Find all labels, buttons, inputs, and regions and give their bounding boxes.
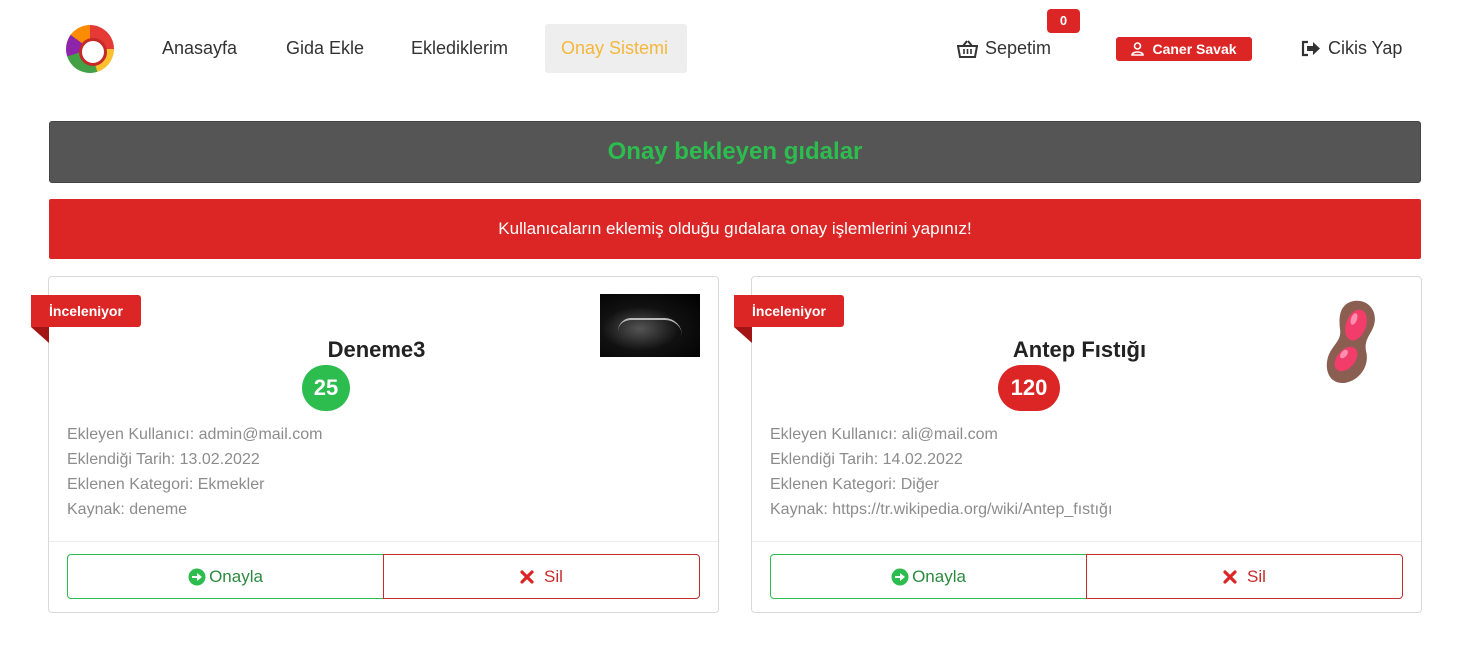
arrow-circle-right-icon (891, 568, 909, 585)
source: Kaynak: deneme (67, 501, 188, 518)
delete-label: Sil (544, 566, 563, 586)
basket-icon (957, 39, 978, 58)
status-ribbon: İnceleniyor (734, 295, 844, 343)
info-alert: Kullanıcaların eklemiş olduğu gıdalara o… (49, 199, 1421, 259)
card-divider (49, 541, 718, 542)
cart-link[interactable]: Sepetim (957, 24, 1051, 73)
food-info: Ekleyen Kullanıcı: ali@mail.com Eklendiğ… (770, 422, 1112, 522)
navbar: Anasayfa Gida Ekle Eklediklerim Onay Sis… (0, 0, 1479, 96)
nav-link-anasayfa[interactable]: Anasayfa (146, 24, 253, 73)
added-by: Ekleyen Kullanıcı: ali@mail.com (770, 426, 998, 443)
nav-link-gida-ekle[interactable]: Gida Ekle (270, 24, 380, 73)
nav-link-eklediklerim[interactable]: Eklediklerim (395, 24, 524, 73)
food-card-deneme3: İnceleniyor Deneme3 25 Ekleyen Kullanıcı… (31, 276, 719, 613)
food-name: Deneme3 (327, 337, 426, 362)
card-divider (752, 541, 1421, 542)
nav-link-onay-sistemi[interactable]: Onay Sistemi (545, 24, 687, 73)
food-name: Antep Fıstığı (1012, 337, 1147, 362)
delete-label: Sil (1247, 566, 1266, 586)
calorie-badge: 120 (998, 365, 1060, 411)
category: Eklenen Kategori: Diğer (770, 476, 939, 493)
user-profile-button[interactable]: Caner Savak (1116, 37, 1252, 61)
approve-button[interactable]: Onayla (770, 554, 1087, 599)
page-title: Onay bekleyen gıdalar (49, 121, 1421, 183)
logout-label: Cikis Yap (1328, 38, 1403, 58)
times-icon (1223, 569, 1237, 584)
cart-count-badge: 0 (1047, 9, 1080, 33)
times-icon (520, 569, 534, 584)
food-info: Ekleyen Kullanıcı: admin@mail.com Eklend… (67, 422, 322, 522)
added-by: Ekleyen Kullanıcı: admin@mail.com (67, 426, 323, 443)
user-icon (1131, 42, 1145, 56)
delete-button[interactable]: Sil (1086, 554, 1403, 599)
delete-button[interactable]: Sil (383, 554, 700, 599)
arrow-circle-right-icon (188, 568, 206, 585)
sign-out-icon (1301, 40, 1320, 57)
food-card-antep-fistigi: İnceleniyor Antep Fıstığı 120 Ekleyen Ku… (734, 276, 1422, 613)
site-logo[interactable] (66, 25, 114, 73)
approve-button[interactable]: Onayla (67, 554, 384, 599)
approve-label: Onayla (912, 566, 966, 586)
approve-label: Onayla (209, 566, 263, 586)
source: Kaynak: https://tr.wikipedia.org/wiki/An… (770, 501, 1113, 518)
user-name: Caner Savak (1152, 41, 1237, 57)
status-ribbon: İnceleniyor (31, 295, 141, 343)
added-date: Eklendiği Tarih: 14.02.2022 (770, 451, 963, 468)
category: Eklenen Kategori: Ekmekler (67, 476, 265, 493)
calorie-badge: 25 (302, 365, 350, 411)
logout-link[interactable]: Cikis Yap (1301, 24, 1402, 73)
added-date: Eklendiği Tarih: 13.02.2022 (67, 451, 260, 468)
cart-label: Sepetim (985, 38, 1052, 58)
